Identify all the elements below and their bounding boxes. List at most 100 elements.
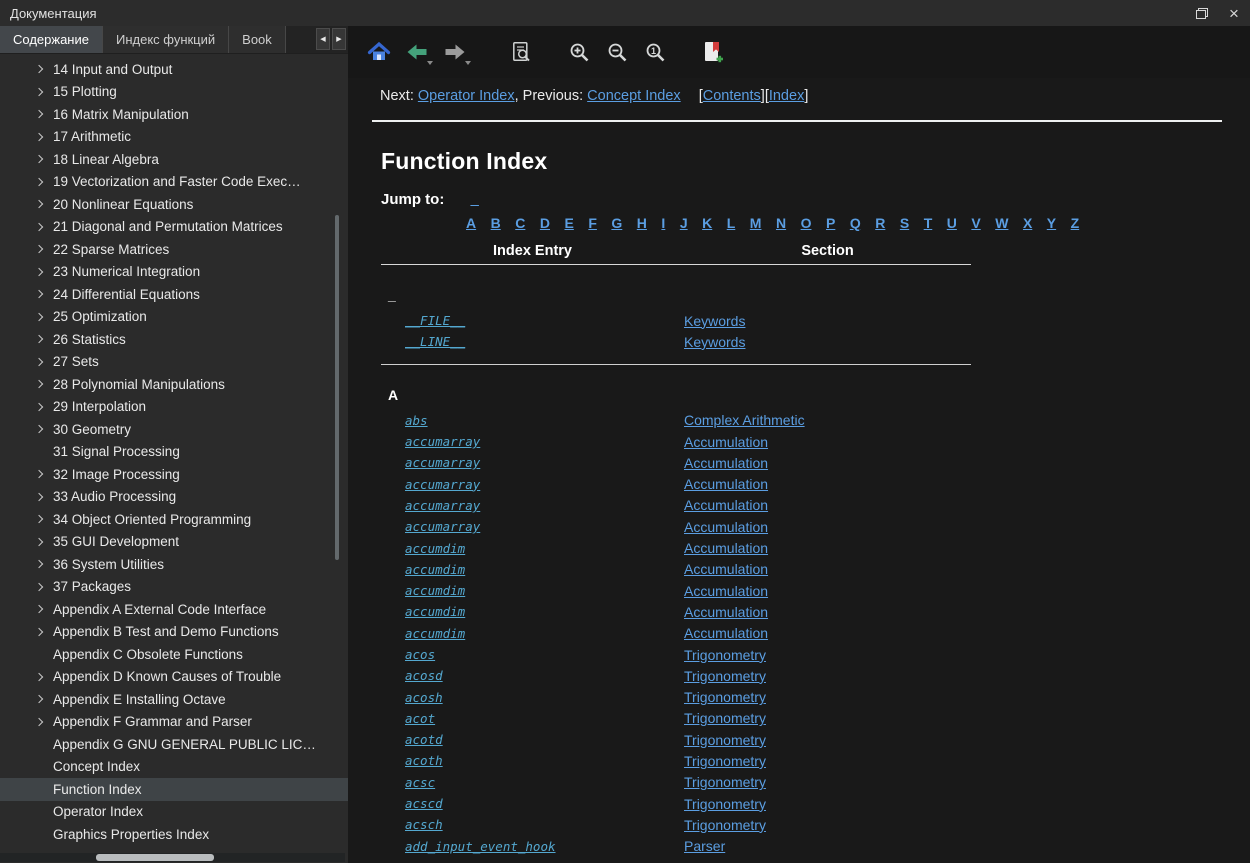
expand-chevron-icon[interactable] bbox=[36, 493, 44, 501]
index-link[interactable]: Index bbox=[769, 88, 804, 104]
function-link[interactable]: accumdim bbox=[405, 583, 465, 598]
expand-chevron-icon[interactable] bbox=[36, 538, 44, 546]
section-link[interactable]: Trigonometry bbox=[684, 774, 766, 790]
tree-item[interactable]: Function Index bbox=[0, 778, 348, 801]
function-link[interactable]: accumdim bbox=[405, 562, 465, 577]
section-link[interactable]: Trigonometry bbox=[684, 732, 766, 748]
function-link[interactable]: acoth bbox=[405, 753, 443, 768]
tree-item[interactable]: 25 Optimization bbox=[0, 306, 348, 329]
section-link[interactable]: Accumulation bbox=[684, 434, 768, 450]
vertical-scrollbar-thumb[interactable] bbox=[335, 215, 339, 560]
next-link[interactable]: Operator Index bbox=[418, 88, 515, 104]
tree-item[interactable]: Graphics Properties Index bbox=[0, 823, 348, 846]
section-link[interactable]: Trigonometry bbox=[684, 753, 766, 769]
function-link[interactable]: __LINE__ bbox=[405, 334, 465, 349]
tree-item[interactable]: 36 System Utilities bbox=[0, 553, 348, 576]
expand-chevron-icon[interactable] bbox=[36, 470, 44, 478]
section-link[interactable]: Trigonometry bbox=[684, 689, 766, 705]
jump-letter-link[interactable]: M bbox=[750, 215, 762, 231]
jump-letter-link[interactable]: U bbox=[947, 215, 957, 231]
function-link[interactable]: abs bbox=[405, 413, 428, 428]
tree-item[interactable]: 27 Sets bbox=[0, 351, 348, 374]
previous-link[interactable]: Concept Index bbox=[587, 88, 681, 104]
tree-item[interactable]: 29 Interpolation bbox=[0, 396, 348, 419]
jump-letter-link[interactable]: F bbox=[588, 215, 597, 231]
jump-letter-link[interactable]: R bbox=[875, 215, 885, 231]
section-link[interactable]: Parser bbox=[684, 838, 725, 854]
section-link[interactable]: Accumulation bbox=[684, 476, 768, 492]
tree-item[interactable]: 18 Linear Algebra bbox=[0, 148, 348, 171]
function-link[interactable]: accumarray bbox=[405, 477, 480, 492]
tree-item[interactable]: 20 Nonlinear Equations bbox=[0, 193, 348, 216]
section-link[interactable]: Trigonometry bbox=[684, 796, 766, 812]
tree-item[interactable]: 31 Signal Processing bbox=[0, 441, 348, 464]
tree-item[interactable]: 34 Object Oriented Programming bbox=[0, 508, 348, 531]
expand-chevron-icon[interactable] bbox=[36, 673, 44, 681]
tree-item[interactable]: 14 Input and Output bbox=[0, 58, 348, 81]
function-link[interactable]: acosd bbox=[405, 668, 443, 683]
tree-item[interactable]: 21 Diagonal and Permutation Matrices bbox=[0, 216, 348, 239]
jump-letter-link[interactable]: K bbox=[702, 215, 712, 231]
function-link[interactable]: accumarray bbox=[405, 434, 480, 449]
section-link[interactable]: Accumulation bbox=[684, 561, 768, 577]
jump-letter-link[interactable]: O bbox=[801, 215, 812, 231]
section-link[interactable]: Accumulation bbox=[684, 625, 768, 641]
section-link[interactable]: Keywords bbox=[684, 313, 745, 329]
expand-chevron-icon[interactable] bbox=[36, 178, 44, 186]
jump-letter-link[interactable]: W bbox=[995, 215, 1008, 231]
sidebar-horizontal-scrollbar[interactable] bbox=[0, 853, 345, 862]
jump-underscore-link[interactable]: _ bbox=[471, 191, 479, 208]
jump-letter-link[interactable]: G bbox=[611, 215, 622, 231]
jump-letter-link[interactable]: J bbox=[680, 215, 688, 231]
function-link[interactable]: add_input_event_hook bbox=[405, 839, 556, 854]
tree-item[interactable]: Appendix F Grammar and Parser bbox=[0, 711, 348, 734]
jump-letter-link[interactable]: Q bbox=[850, 215, 861, 231]
tree-item[interactable]: 28 Polynomial Manipulations bbox=[0, 373, 348, 396]
expand-chevron-icon[interactable] bbox=[36, 313, 44, 321]
expand-chevron-icon[interactable] bbox=[36, 245, 44, 253]
section-link[interactable]: Accumulation bbox=[684, 583, 768, 599]
tree-item[interactable]: Operator Index bbox=[0, 801, 348, 824]
expand-chevron-icon[interactable] bbox=[36, 718, 44, 726]
section-link[interactable]: Accumulation bbox=[684, 497, 768, 513]
jump-letter-link[interactable]: L bbox=[727, 215, 736, 231]
tree-item[interactable]: 22 Sparse Matrices bbox=[0, 238, 348, 261]
tree-item[interactable]: Appendix G GNU GENERAL PUBLIC LIC… bbox=[0, 733, 348, 756]
function-link[interactable]: accumdim bbox=[405, 604, 465, 619]
jump-letter-link[interactable]: H bbox=[637, 215, 647, 231]
jump-letter-link[interactable]: N bbox=[776, 215, 786, 231]
back-button[interactable] bbox=[400, 35, 434, 69]
tree-item[interactable]: 24 Differential Equations bbox=[0, 283, 348, 306]
tab-scroll-right-button[interactable]: ▶ bbox=[332, 28, 346, 50]
expand-chevron-icon[interactable] bbox=[36, 380, 44, 388]
sidebar-vertical-scrollbar[interactable] bbox=[335, 215, 339, 560]
tree-item[interactable]: Appendix D Known Causes of Trouble bbox=[0, 666, 348, 689]
function-link[interactable]: acos bbox=[405, 647, 435, 662]
function-link[interactable]: __FILE__ bbox=[405, 313, 465, 328]
tree-item[interactable]: Appendix C Obsolete Functions bbox=[0, 643, 348, 666]
section-link[interactable]: Trigonometry bbox=[684, 710, 766, 726]
tab-scroll-left-button[interactable]: ◀ bbox=[316, 28, 330, 50]
horizontal-scrollbar-thumb[interactable] bbox=[96, 854, 214, 861]
function-link[interactable]: acot bbox=[405, 711, 435, 726]
section-link[interactable]: Trigonometry bbox=[684, 668, 766, 684]
zoom-out-button[interactable] bbox=[600, 35, 634, 69]
sidebar-tab[interactable]: Содержание bbox=[0, 26, 103, 53]
expand-chevron-icon[interactable] bbox=[36, 403, 44, 411]
section-link[interactable]: Accumulation bbox=[684, 604, 768, 620]
jump-letter-link[interactable]: S bbox=[900, 215, 909, 231]
tree-item[interactable]: Appendix A External Code Interface bbox=[0, 598, 348, 621]
function-link[interactable]: accumarray bbox=[405, 519, 480, 534]
function-link[interactable]: acsc bbox=[405, 775, 435, 790]
expand-chevron-icon[interactable] bbox=[36, 200, 44, 208]
expand-chevron-icon[interactable] bbox=[36, 425, 44, 433]
sidebar-tab[interactable]: Book bbox=[229, 26, 286, 53]
expand-chevron-icon[interactable] bbox=[36, 335, 44, 343]
section-link[interactable]: Accumulation bbox=[684, 519, 768, 535]
sidebar-tab[interactable]: Индекс функций bbox=[103, 26, 229, 53]
function-link[interactable]: accumdim bbox=[405, 541, 465, 556]
zoom-in-button[interactable] bbox=[562, 35, 596, 69]
section-link[interactable]: Accumulation bbox=[684, 540, 768, 556]
expand-chevron-icon[interactable] bbox=[36, 560, 44, 568]
tree-item[interactable]: 16 Matrix Manipulation bbox=[0, 103, 348, 126]
